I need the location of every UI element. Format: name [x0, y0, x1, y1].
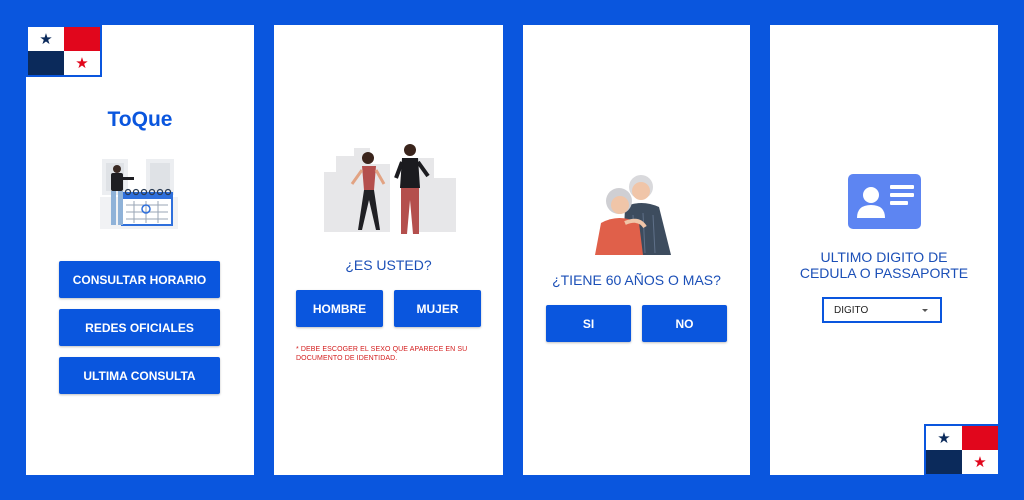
- es-usted-question: ¿ES USTED?: [345, 257, 432, 273]
- ultima-consulta-button[interactable]: ULTIMA CONSULTA: [59, 357, 220, 394]
- gender-note: * DEBE ESCOGER EL SEXO QUE APARECE EN SU…: [296, 345, 486, 363]
- screen-gender: ¿ES USTED? HOMBRE MUJER * DEBE ESCOGER E…: [274, 25, 503, 475]
- chevron-down-icon: [922, 308, 928, 312]
- flag-red-quarter: [962, 426, 998, 450]
- app-title: ToQue: [107, 108, 173, 131]
- sixty-years-question: ¿TIENE 60 AÑOS O MAS?: [552, 272, 721, 288]
- flag-red-quarter: [64, 27, 100, 51]
- id-card-icon: [848, 174, 921, 229]
- flag-star-red: ★: [64, 51, 100, 75]
- panama-flag-icon: ★ ★: [924, 424, 1000, 476]
- panama-flag-icon: ★ ★: [26, 25, 102, 77]
- consultar-horario-button[interactable]: CONSULTAR HORARIO: [59, 261, 220, 298]
- si-button[interactable]: SI: [546, 305, 631, 342]
- flag-blue-quarter: [926, 450, 962, 474]
- redes-oficiales-button[interactable]: REDES OFICIALES: [59, 309, 220, 346]
- screen-id-digit: ULTIMO DIGITO DE CEDULA O PASSAPORTE DIG…: [770, 25, 998, 475]
- mujer-button[interactable]: MUJER: [394, 290, 481, 327]
- screen-age: ¿TIENE 60 AÑOS O MAS? SI NO: [523, 25, 750, 475]
- screen-home: ToQue CONSULTAR HORARIO REDES OFICIALES …: [26, 25, 254, 475]
- prompt-line1: ULTIMO DIGITO DE: [820, 249, 948, 265]
- digito-select-value: DIGITO: [834, 304, 869, 316]
- gender-note-line1: * DEBE ESCOGER EL SEXO QUE APARECE EN SU: [296, 346, 468, 353]
- flag-blue-quarter: [28, 51, 64, 75]
- prompt-line2: CEDULA O PASSAPORTE: [799, 265, 969, 281]
- flag-star-red: ★: [962, 450, 998, 474]
- flag-star-blue: ★: [926, 426, 962, 450]
- hombre-button[interactable]: HOMBRE: [296, 290, 383, 327]
- no-button[interactable]: NO: [642, 305, 727, 342]
- digito-select[interactable]: DIGITO: [822, 297, 942, 323]
- calendar-person-illustration: [100, 159, 178, 229]
- flag-star-blue: ★: [28, 27, 64, 51]
- elderly-couple-illustration: [595, 175, 671, 255]
- ultimo-digito-prompt: ULTIMO DIGITO DE CEDULA O PASSAPORTE: [770, 249, 998, 281]
- couple-walking-illustration: [324, 144, 456, 234]
- gender-note-line2: DOCUMENTO DE IDENTIDAD.: [296, 355, 398, 362]
